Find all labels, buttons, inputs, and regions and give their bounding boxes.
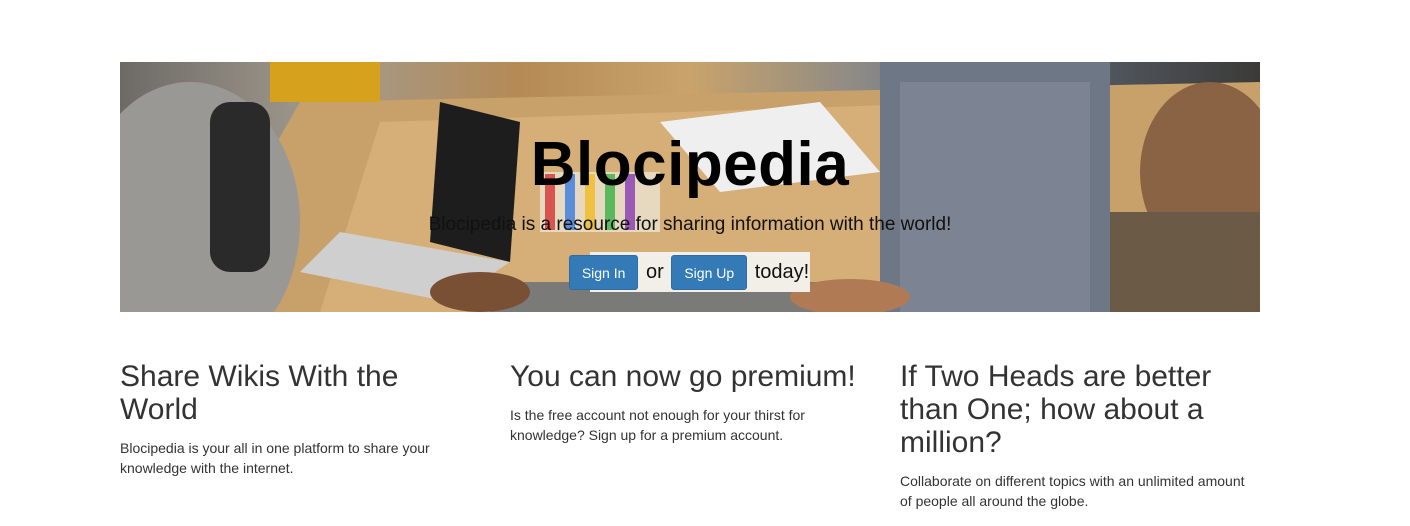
hero-tagline: Blocipedia is a resource for sharing inf… [428, 214, 952, 235]
feature-heading: Share Wikis With the World [120, 360, 399, 426]
sign-in-button[interactable]: Sign In [568, 255, 639, 290]
feature-share-wikis: Share Wikis With the World Blocipedia is… [120, 360, 480, 478]
feature-heading: If Two Heads are better than One; how ab… [900, 360, 1212, 459]
today-text: today! [754, 261, 810, 283]
feature-body: Blocipedia is your all in one platform t… [120, 440, 430, 476]
or-text: or [645, 261, 664, 283]
feature-collaborate: If Two Heads are better than One; how ab… [900, 360, 1260, 511]
feature-body: Collaborate on different topics with an … [900, 473, 1245, 509]
feature-body: Is the free account not enough for your … [510, 407, 805, 443]
feature-heading: You can now go premium! [510, 360, 856, 393]
hero-actions: Sign In or Sign Up today! [120, 255, 1260, 290]
hero-content: Blocipedia Blocipedia is a resource for … [120, 62, 1260, 312]
hero-container: Blocipedia Blocipedia is a resource for … [120, 62, 1260, 312]
hero-banner: Blocipedia Blocipedia is a resource for … [120, 62, 1260, 312]
sign-up-button[interactable]: Sign Up [671, 255, 748, 290]
feature-premium: You can now go premium! Is the free acco… [510, 360, 870, 445]
page-title: Blocipedia [530, 130, 850, 199]
